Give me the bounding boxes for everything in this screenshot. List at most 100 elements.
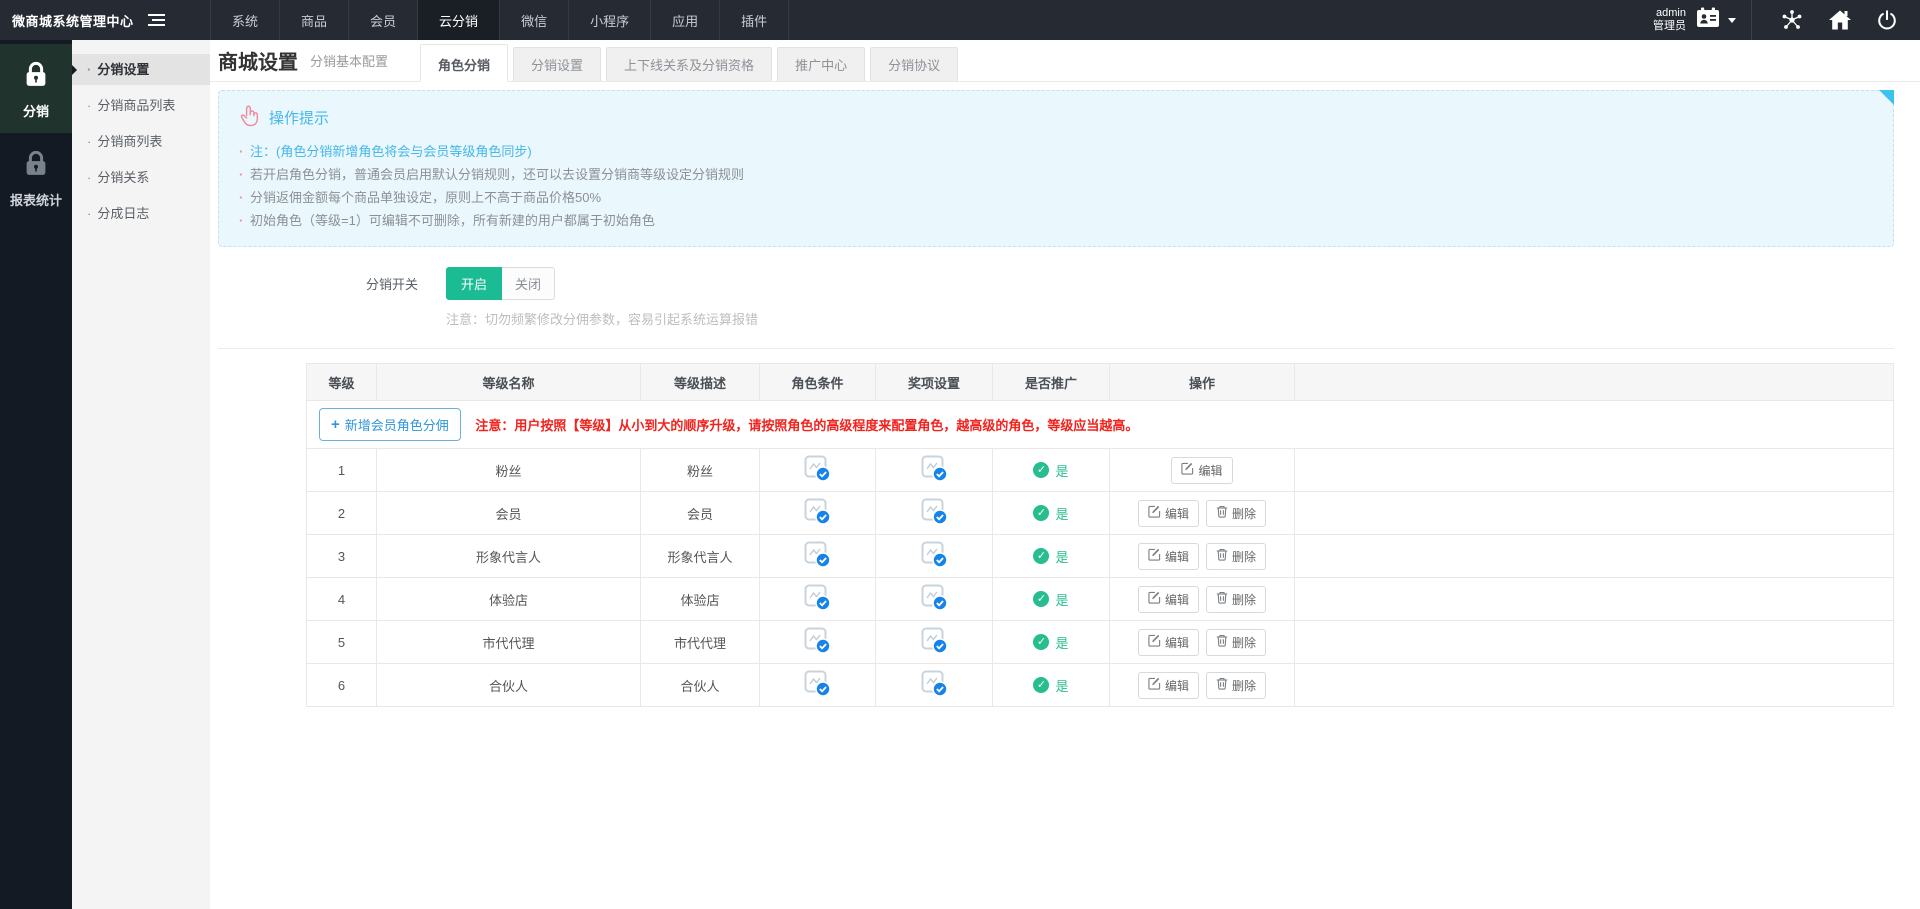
sidebar-item[interactable]: ·分销关系: [72, 162, 210, 193]
delete-button[interactable]: 删除: [1206, 543, 1266, 570]
bullet-icon: ·: [87, 62, 91, 77]
switch-label: 分销开关: [218, 274, 418, 293]
check-circle-icon: ✓: [1033, 591, 1049, 607]
check-circle-icon: ✓: [1033, 505, 1049, 521]
home-icon[interactable]: [1828, 8, 1852, 32]
tab-bar: 角色分销 分销设置 上下线关系及分销资格 推广中心 分销: [420, 44, 958, 81]
user-menu[interactable]: [1695, 7, 1736, 34]
sidebar-item-label: 分销设置: [97, 62, 149, 77]
toggle-on-button[interactable]: 开启: [446, 267, 502, 300]
nav-menu-item[interactable]: 应用: [650, 0, 719, 40]
table-row: 3 形象代言人 形象代言人: [307, 535, 1894, 578]
promote-cell: ✓是: [993, 492, 1110, 535]
nav-menu-item-label: 系统: [232, 11, 258, 30]
distribution-toggle: 开启 关闭: [446, 267, 555, 300]
delete-button[interactable]: 删除: [1206, 672, 1266, 699]
sidebar-item[interactable]: · 分销设置: [72, 54, 210, 85]
delete-button[interactable]: 删除: [1206, 629, 1266, 656]
chevron-down-icon: [1728, 18, 1736, 23]
ops-cell: 编辑 删除: [1110, 578, 1295, 621]
shortcuts-icon[interactable]: [1780, 8, 1804, 32]
bullet-icon: ·: [87, 134, 91, 149]
tab[interactable]: 分销协议: [870, 47, 958, 81]
navbar-divider: [1751, 0, 1752, 40]
nav-menu-item[interactable]: 云分销: [417, 0, 499, 40]
table-notice: 注意：用户按照【等级】从小到大的顺序升级，请按照角色的高级程度来配置角色，越高级…: [475, 418, 1138, 433]
reward-setting-edit-icon[interactable]: [921, 498, 948, 525]
tab-label: 上下线关系及分销资格: [624, 58, 754, 73]
role-condition-edit-icon[interactable]: [804, 541, 831, 568]
tab[interactable]: 角色分销: [420, 44, 508, 82]
tip-text: 初始角色（等级=1）可编辑不可删除，所有新建的用户都属于初始角色: [250, 213, 655, 228]
add-role-button[interactable]: + 新增会员角色分佣: [319, 408, 461, 441]
module-sidebar: 分销 报表统计: [0, 40, 72, 909]
nav-menu-item[interactable]: 小程序: [568, 0, 650, 40]
column-header: 角色条件: [760, 364, 876, 401]
delete-button[interactable]: 删除: [1206, 500, 1266, 527]
role-condition-edit-icon[interactable]: [804, 584, 831, 611]
nav-menu-item-label: 商品: [301, 11, 327, 30]
nav-menu-item[interactable]: 系统: [210, 0, 279, 40]
main-nav: 系统 商品 会员 云分销 微信 小程序 应用: [210, 0, 789, 40]
sidebar-item[interactable]: ·分成日志: [72, 198, 210, 229]
tips-header: 操作提示: [239, 104, 1875, 131]
edit-button[interactable]: 编辑: [1138, 629, 1199, 656]
hand-pointer-icon: [239, 104, 260, 131]
level-cell: 3: [307, 535, 377, 578]
tab[interactable]: 推广中心: [777, 47, 865, 81]
reward-setting-edit-icon[interactable]: [921, 541, 948, 568]
module-distribution[interactable]: 分销: [0, 44, 72, 133]
column-header: 等级描述: [641, 364, 760, 401]
ops-cell: 编辑: [1110, 449, 1295, 492]
tab[interactable]: 分销设置: [513, 47, 601, 81]
filler-cell: [1295, 621, 1894, 664]
nav-menu-item[interactable]: 微信: [499, 0, 568, 40]
toggle-off-button[interactable]: 关闭: [502, 267, 555, 300]
level-desc-cell: 体验店: [641, 578, 760, 621]
nav-menu-item[interactable]: 插件: [719, 0, 789, 40]
level-cell: 5: [307, 621, 377, 664]
trash-icon: [1216, 677, 1228, 693]
role-condition-edit-icon[interactable]: [804, 627, 831, 654]
role-condition-edit-icon[interactable]: [804, 670, 831, 697]
sidebar-item[interactable]: · 分销商列表: [72, 126, 210, 157]
reward-setting-edit-icon[interactable]: [921, 584, 948, 611]
edit-button[interactable]: 编辑: [1138, 543, 1199, 570]
nav-menu-item[interactable]: 商品: [279, 0, 348, 40]
column-header: 是否推广: [993, 364, 1110, 401]
delete-button[interactable]: 删除: [1206, 586, 1266, 613]
trash-icon: [1216, 548, 1228, 564]
promote-cell: ✓是: [993, 535, 1110, 578]
reward-setting-edit-icon[interactable]: [921, 455, 948, 482]
ops-cell: 编辑 删除: [1110, 535, 1295, 578]
tab[interactable]: 上下线关系及分销资格: [606, 47, 772, 81]
filler-cell: [1295, 449, 1894, 492]
nav-menu-item-label: 云分销: [439, 11, 478, 30]
tab-label: 分销设置: [531, 58, 583, 73]
check-circle-icon: ✓: [1033, 634, 1049, 650]
delete-button-label: 删除: [1232, 548, 1256, 565]
top-navbar: 微商城系统管理中心 系统 商品 会员 云分销 微信: [0, 0, 1920, 40]
level-name-cell: 体验店: [377, 578, 641, 621]
module-reports[interactable]: 报表统计: [0, 133, 72, 222]
logout-power-icon[interactable]: [1876, 9, 1898, 31]
sidebar-item[interactable]: ·分销商品列表: [72, 90, 210, 121]
nav-menu-item[interactable]: 会员: [348, 0, 417, 40]
role-condition-edit-icon[interactable]: [804, 498, 831, 525]
tips-panel: 操作提示 注：(角色分销新增角色将会与会员等级角色同步) 若开启角色分销，普通会…: [218, 90, 1894, 247]
lock-icon: [21, 148, 51, 183]
sidebar-item-label: 分销商列表: [97, 134, 162, 149]
edit-button[interactable]: 编辑: [1138, 672, 1199, 699]
edit-button[interactable]: 编辑: [1138, 586, 1199, 613]
reward-setting-edit-icon[interactable]: [921, 670, 948, 697]
trash-icon: [1216, 634, 1228, 650]
menu-toggle-icon[interactable]: [148, 13, 166, 27]
edit-button[interactable]: 编辑: [1138, 500, 1199, 527]
filler-cell: [1295, 664, 1894, 707]
nav-menu-item-label: 插件: [741, 11, 767, 30]
table-row: 1 粉丝 粉丝: [307, 449, 1894, 492]
role-condition-edit-icon[interactable]: [804, 455, 831, 482]
collapse-corner-icon[interactable]: [1879, 90, 1894, 105]
edit-button[interactable]: 编辑: [1171, 457, 1232, 484]
reward-setting-edit-icon[interactable]: [921, 627, 948, 654]
